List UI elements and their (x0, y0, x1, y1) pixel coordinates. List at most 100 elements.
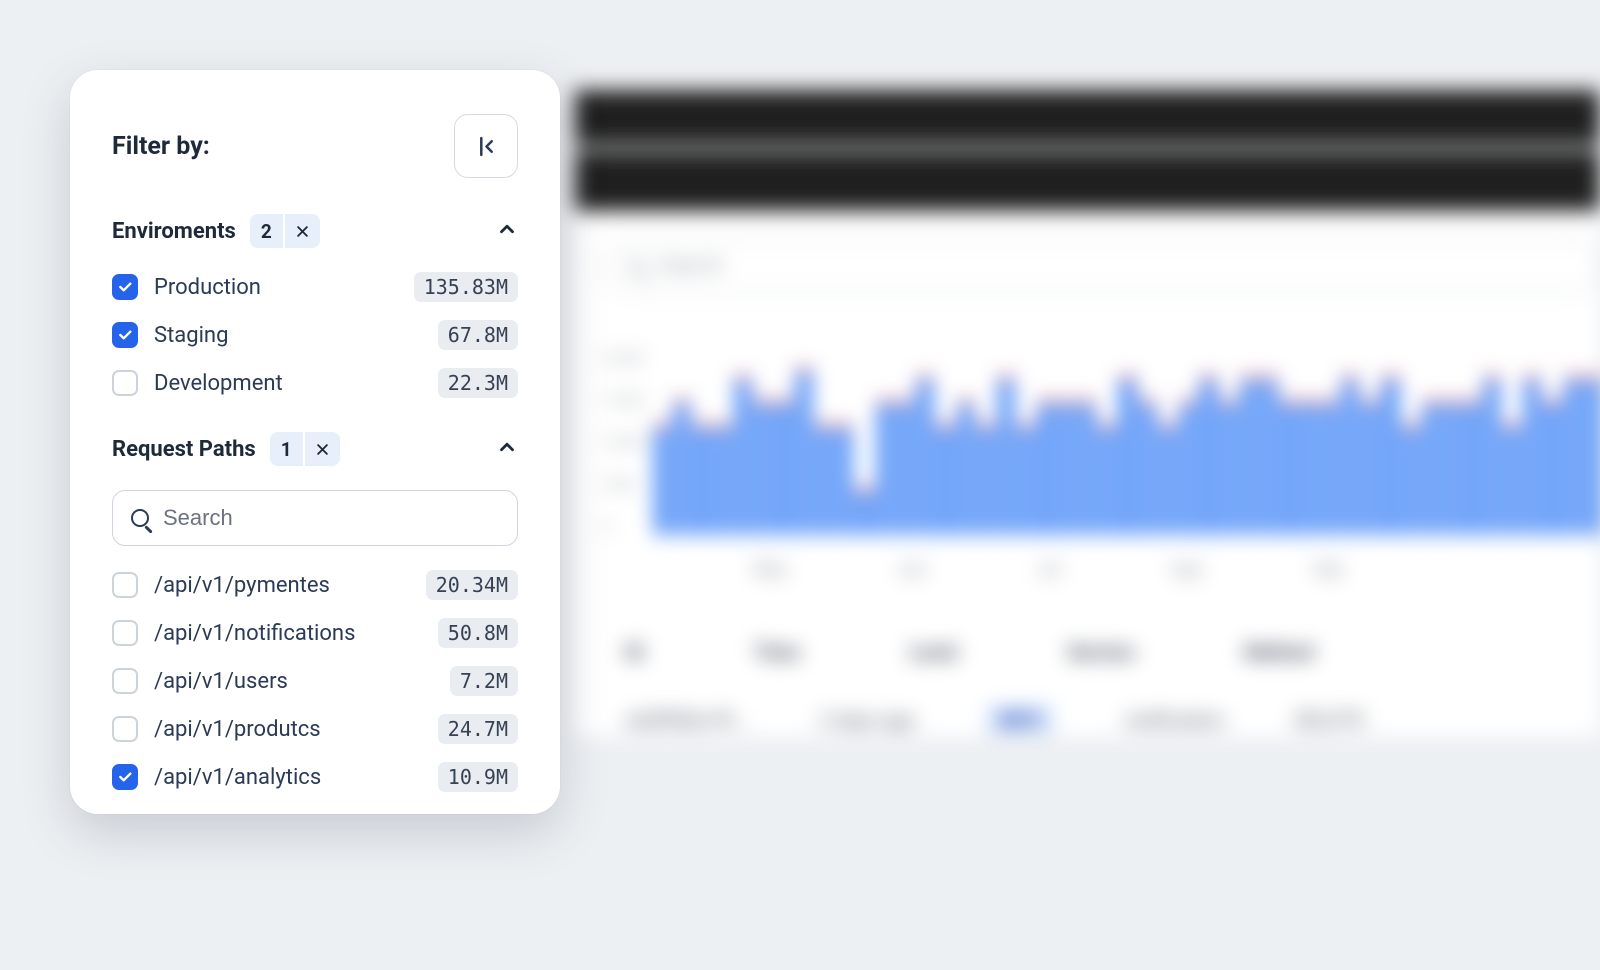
filter-panel: Filter by: Enviroments 2 Production 135.8… (70, 70, 560, 814)
chart-bar (817, 423, 831, 535)
chart-bar (1464, 399, 1478, 535)
chart-bar (1424, 399, 1438, 535)
chart-bar (1383, 375, 1397, 535)
request-path-option[interactable]: /api/v1/users7.2M (112, 666, 518, 696)
environments-clear-button[interactable] (283, 214, 320, 248)
checkbox[interactable] (112, 716, 138, 742)
environment-option[interactable]: Staging67.8M (112, 320, 518, 350)
environments-count: 2 (250, 214, 283, 248)
request-paths-count-chip: 1 (270, 432, 340, 466)
chart-bar (716, 423, 730, 535)
chart-bar (1161, 423, 1175, 535)
option-label: Production (154, 275, 261, 300)
chart-bar (1404, 423, 1418, 535)
bg-table-head: ID Time Level Service Method (603, 640, 1600, 664)
collapse-panel-button[interactable] (454, 114, 518, 178)
checkbox[interactable] (112, 572, 138, 598)
chart-bar (1222, 399, 1236, 535)
chart-bar (1201, 375, 1215, 535)
chart-bar (1545, 399, 1559, 535)
chart-bar (878, 399, 892, 535)
bg-topbar-2 (575, 151, 1600, 211)
chart-bar (1566, 375, 1580, 535)
environment-option[interactable]: Production 135.83M (112, 272, 518, 302)
chart-bar (756, 399, 770, 535)
request-paths-collapse-toggle[interactable] (496, 436, 518, 462)
search-icon (131, 509, 149, 527)
chart-bar (797, 367, 811, 535)
close-icon (315, 442, 330, 457)
option-label: Development (154, 371, 283, 396)
chart-bar (695, 423, 709, 535)
environments-section-header: Enviroments 2 (112, 214, 518, 248)
option-count: 20.34M (426, 570, 518, 600)
chart-bar (837, 423, 851, 535)
chart-bar (1120, 375, 1134, 535)
option-count: 10.9M (438, 762, 518, 792)
request-path-option[interactable]: /api/v1/pymentes 20.34M (112, 570, 518, 600)
request-path-option[interactable]: /api/v1/notifications50.8M (112, 618, 518, 648)
bg-chart-months: May Jun Jul Ago Sep (603, 559, 1600, 580)
environments-count-chip: 2 (250, 214, 320, 248)
bg-chart: 20.0M 15.0M 10.0M 5.0M 0 (603, 359, 1600, 535)
panel-header: Filter by: (112, 114, 518, 178)
checkbox[interactable] (112, 322, 138, 348)
request-paths-section-header: Request Paths 1 (112, 432, 518, 466)
bg-search-placeholder: Search (659, 254, 724, 278)
chart-bar (1485, 375, 1499, 535)
checkbox[interactable] (112, 620, 138, 646)
option-count: 24.7M (438, 714, 518, 744)
background-dashboard: Search 20.0M 15.0M 10.0M 5.0M 0 May Jun … (575, 90, 1600, 970)
chart-bar (1323, 399, 1337, 535)
checkbox[interactable] (112, 274, 138, 300)
chevron-up-icon (496, 436, 518, 458)
chart-bar (776, 399, 790, 535)
option-label: /api/v1/notifications (154, 621, 355, 646)
chart-bar (1363, 399, 1377, 535)
chart-bar (1505, 423, 1519, 535)
chart-bar (918, 375, 932, 535)
environments-title: Enviroments (112, 219, 236, 244)
chart-bar (1019, 423, 1033, 535)
option-label: /api/v1/users (154, 669, 288, 694)
request-paths-count: 1 (270, 432, 303, 466)
chart-bar (959, 399, 973, 535)
search-icon (627, 257, 645, 275)
checkbox[interactable] (112, 370, 138, 396)
request-paths-options: /api/v1/pymentes 20.34M/api/v1/notificati… (112, 570, 518, 792)
chart-bar (1242, 375, 1256, 535)
chart-bar (1039, 399, 1053, 535)
chart-bar (736, 375, 750, 535)
option-label: /api/v1/analytics (154, 765, 321, 790)
close-icon (295, 224, 310, 239)
chart-bar (1080, 399, 1094, 535)
request-path-option[interactable]: /api/v1/produtcs 24.7M (112, 714, 518, 744)
request-paths-search-input[interactable] (163, 505, 499, 531)
bg-table: ID Time Level Service Method a3df982e-f9… (603, 640, 1600, 736)
request-path-option[interactable]: /api/v1/analytics 10.9M (112, 762, 518, 792)
option-label: /api/v1/pymentes (154, 573, 330, 598)
option-count: 67.8M (438, 320, 518, 350)
chart-bar (857, 487, 871, 535)
environment-option[interactable]: Development 22.3M (112, 368, 518, 398)
chart-bar (1181, 399, 1195, 535)
request-paths-search[interactable] (112, 490, 518, 546)
request-paths-title: Request Paths (112, 437, 256, 462)
collapse-left-icon (474, 134, 499, 159)
chart-bar (675, 399, 689, 535)
option-count: 135.83M (414, 272, 518, 302)
chart-bar (1262, 375, 1276, 535)
checkbox[interactable] (112, 764, 138, 790)
bg-chart-yticks: 20.0M 15.0M 10.0M 5.0M 0 (603, 351, 643, 535)
checkbox[interactable] (112, 668, 138, 694)
request-paths-clear-button[interactable] (303, 432, 340, 466)
option-count: 22.3M (438, 368, 518, 398)
chart-bar (655, 423, 669, 535)
environments-collapse-toggle[interactable] (496, 218, 518, 244)
option-label: /api/v1/produtcs (154, 717, 321, 742)
environments-options: Production 135.83M Staging67.8M Development… (112, 272, 518, 398)
chart-bar (898, 399, 912, 535)
bg-topbar-1 (575, 90, 1600, 145)
chart-bar (1586, 375, 1600, 535)
bg-content: Search 20.0M 15.0M 10.0M 5.0M 0 May Jun … (575, 211, 1600, 736)
